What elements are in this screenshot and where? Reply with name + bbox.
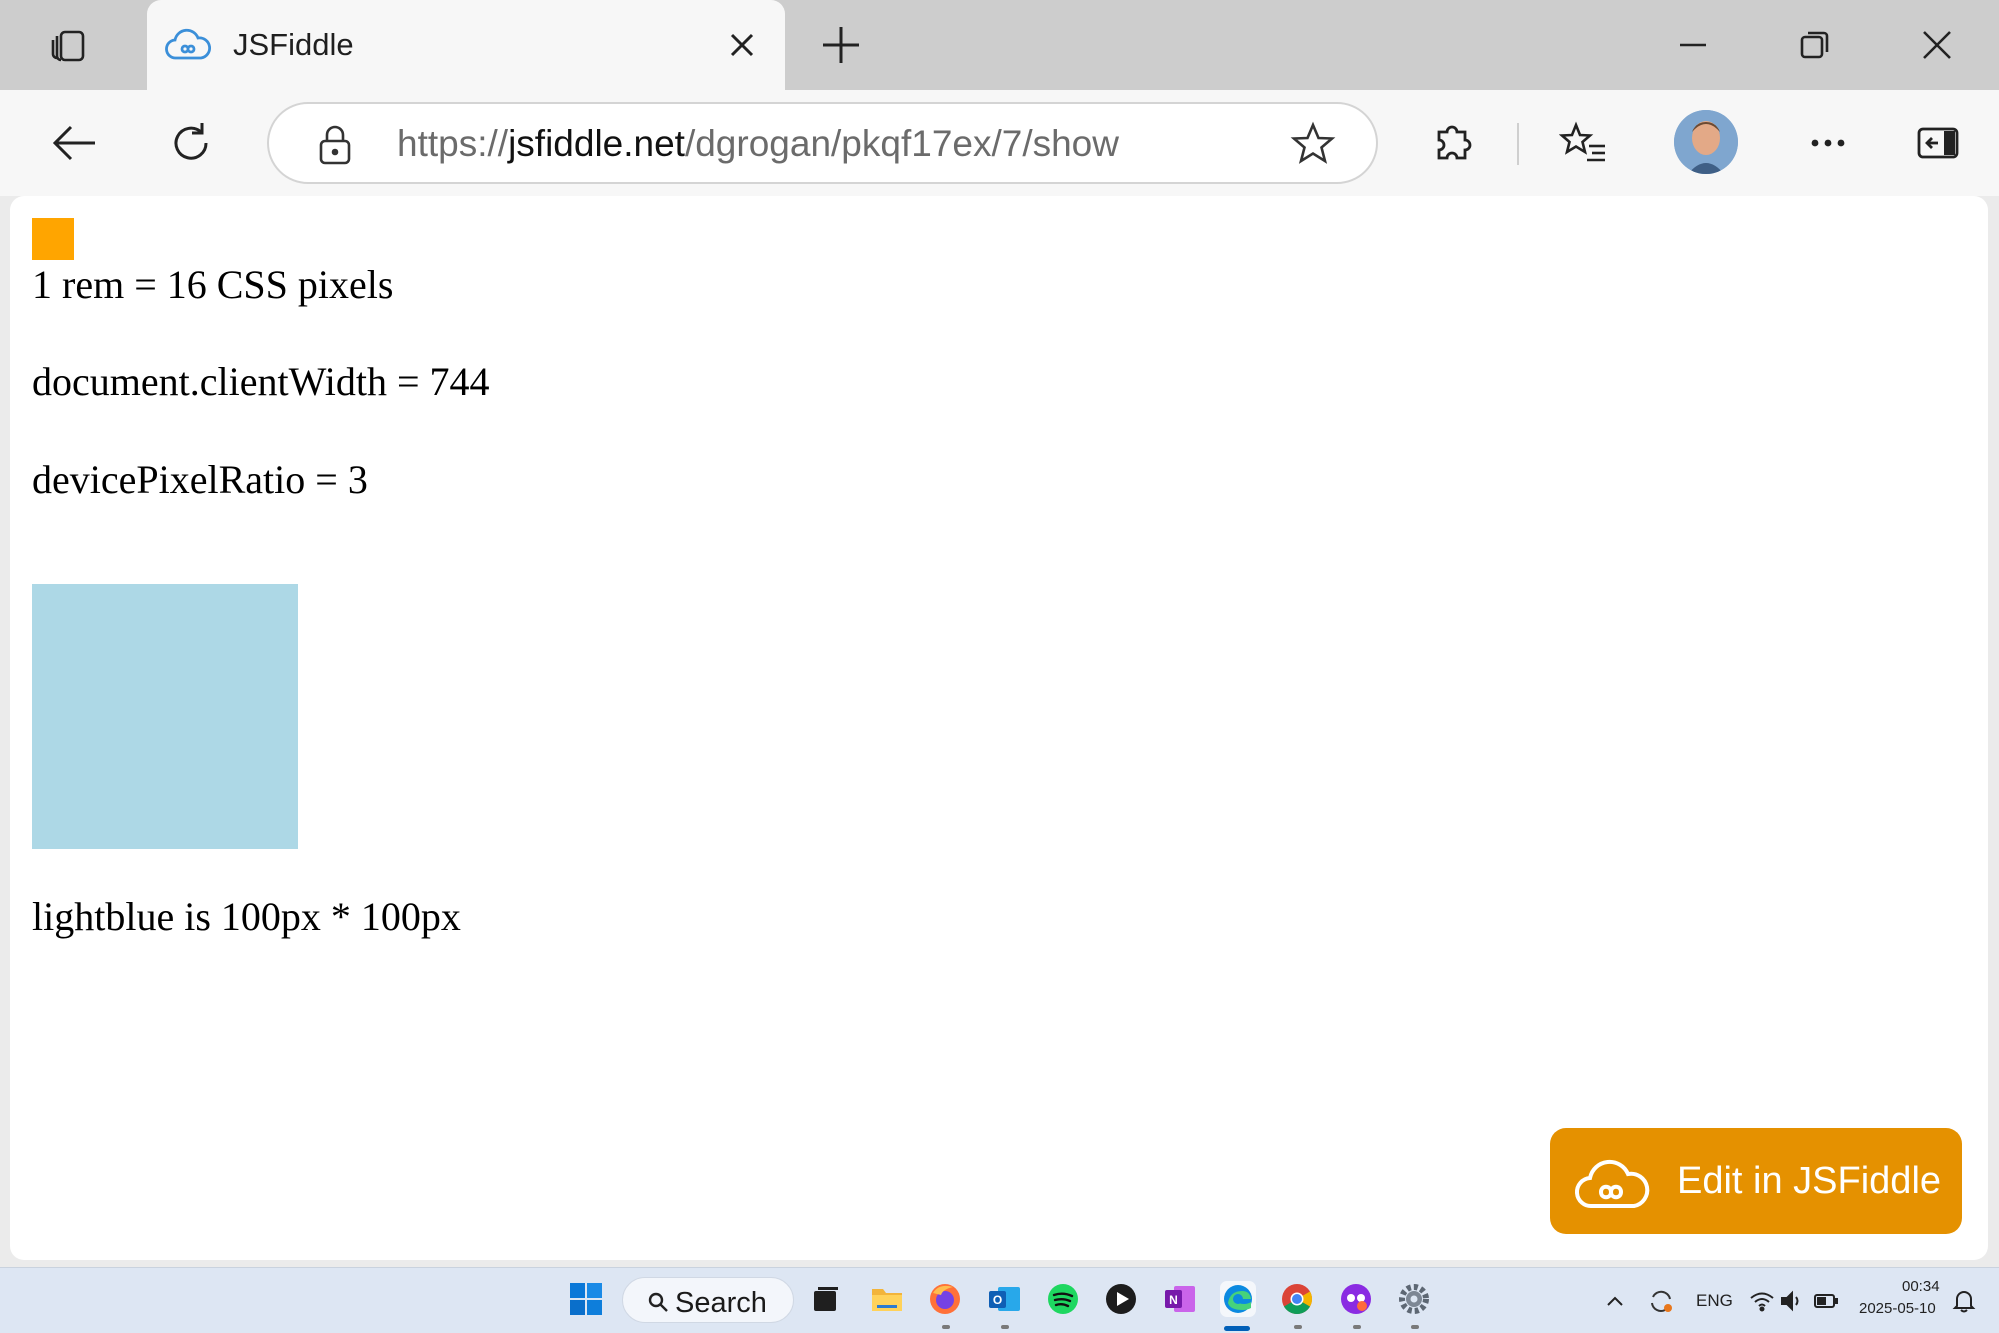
tab-actions-icon[interactable]: [30, 20, 110, 70]
svg-text:N: N: [1169, 1293, 1178, 1307]
settings-icon[interactable]: [1396, 1281, 1432, 1317]
search-icon: [648, 1292, 668, 1312]
jsfiddle-cloud-icon: [1574, 1159, 1650, 1209]
clock-time[interactable]: 00:34: [1902, 1278, 1940, 1295]
notification-bell-icon[interactable]: [1950, 1287, 1978, 1315]
search-label: Search: [675, 1287, 767, 1319]
minimize-icon[interactable]: [1670, 22, 1716, 68]
favorite-star-icon[interactable]: [1289, 120, 1337, 168]
address-bar[interactable]: https://jsfiddle.net/dgrogan/pkqf17ex/7/…: [267, 102, 1378, 184]
media-player-icon[interactable]: [1103, 1281, 1139, 1317]
windows-start-icon[interactable]: [568, 1281, 604, 1317]
taskbar-search[interactable]: Search: [622, 1277, 794, 1323]
new-tab-icon[interactable]: [818, 22, 864, 68]
device-pixel-ratio-text: devicePixelRatio = 3: [32, 457, 368, 502]
outlook-icon[interactable]: O: [986, 1281, 1022, 1317]
svg-text:O: O: [993, 1293, 1002, 1307]
clock-date[interactable]: 2025-05-10: [1859, 1300, 1936, 1317]
edge-active-indicator: [1224, 1326, 1250, 1331]
volume-icon[interactable]: [1778, 1288, 1804, 1314]
lightblue-info-text: lightblue is 100px * 100px: [32, 894, 461, 939]
tab-strip: JSFiddle: [0, 0, 1999, 90]
puzzle-icon: [1437, 125, 1472, 160]
jsfiddle-favicon-icon: [165, 28, 211, 60]
task-view-icon[interactable]: [808, 1281, 844, 1317]
copilot-icon[interactable]: [1338, 1281, 1374, 1317]
close-tab-icon[interactable]: [725, 28, 759, 62]
wifi-icon[interactable]: [1748, 1287, 1776, 1315]
settings-running-indicator: [1411, 1325, 1419, 1329]
tab-title: JSFiddle: [233, 27, 354, 62]
onenote-icon[interactable]: N: [1162, 1281, 1198, 1317]
profile-avatar[interactable]: [1674, 110, 1738, 174]
rem-info-text: 1 rem = 16 CSS pixels: [32, 262, 394, 307]
favorites-button[interactable]: [1556, 115, 1612, 171]
browser-toolbar: https://jsfiddle.net/dgrogan/pkqf17ex/7/…: [0, 90, 1999, 196]
firefox-running-indicator: [942, 1325, 950, 1329]
windows-taskbar: Search O N ENG 00:34 2025-05-10: [0, 1267, 1999, 1333]
more-options-button[interactable]: [1800, 115, 1856, 171]
reload-button[interactable]: [163, 115, 219, 171]
battery-icon[interactable]: [1812, 1288, 1840, 1314]
sidebar-toggle-button[interactable]: [1910, 115, 1966, 171]
outlook-running-indicator: [1001, 1325, 1009, 1329]
lightblue-square: [32, 584, 298, 849]
restore-icon[interactable]: [1792, 22, 1838, 68]
lock-icon[interactable]: [315, 123, 355, 167]
url-scheme: https://: [397, 123, 509, 164]
client-width-text: document.clientWidth = 744: [32, 359, 490, 404]
url-path: /dgrogan/pkqf17ex/7/show: [684, 123, 1119, 164]
edit-button-label: Edit in JSFiddle: [1677, 1160, 1942, 1202]
url-text[interactable]: https://jsfiddle.net/dgrogan/pkqf17ex/7/…: [397, 123, 1119, 165]
edit-in-jsfiddle-button[interactable]: Edit in JSFiddle: [1550, 1128, 1962, 1234]
orange-square: [32, 218, 74, 260]
back-arrow-icon: [52, 125, 95, 161]
sidebar-icon: [1917, 127, 1959, 159]
file-explorer-icon[interactable]: [869, 1281, 905, 1317]
chevron-up-icon[interactable]: [1602, 1288, 1628, 1314]
firefox-icon[interactable]: [927, 1281, 963, 1317]
extensions-button[interactable]: [1426, 115, 1482, 171]
more-dots-icon: [1811, 139, 1845, 147]
reload-icon: [174, 123, 208, 160]
toolbar-divider: [1517, 123, 1519, 165]
profile-photo-icon: [1674, 110, 1738, 174]
spotify-icon[interactable]: [1045, 1281, 1081, 1317]
page-viewport: 1 rem = 16 CSS pixels document.clientWid…: [10, 196, 1988, 1260]
back-button[interactable]: [46, 115, 102, 171]
close-window-icon[interactable]: [1914, 22, 1960, 68]
url-host: jsfiddle.net: [508, 123, 685, 164]
language-indicator[interactable]: ENG: [1696, 1291, 1733, 1311]
edge-icon[interactable]: [1220, 1281, 1256, 1317]
tab-jsfiddle[interactable]: JSFiddle: [147, 0, 785, 90]
chrome-running-indicator: [1294, 1325, 1302, 1329]
chrome-icon[interactable]: [1279, 1281, 1315, 1317]
copilot-running-indicator: [1353, 1325, 1361, 1329]
sync-icon[interactable]: [1646, 1286, 1676, 1316]
favorites-list-icon: [1559, 121, 1605, 162]
